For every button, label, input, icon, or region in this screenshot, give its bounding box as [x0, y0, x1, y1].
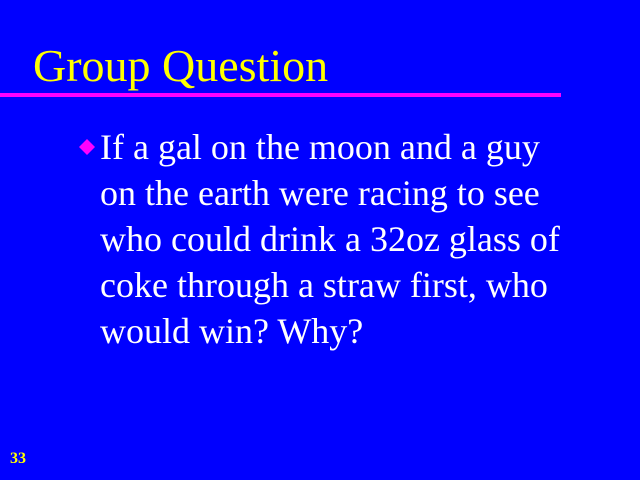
presentation-slide: Group Question If a gal on the moon and …	[0, 0, 640, 480]
title-underline	[0, 93, 561, 97]
diamond-bullet-icon	[78, 138, 96, 156]
bullet-point: If a gal on the moon and a guy on the ea…	[78, 124, 618, 354]
bullet-text: If a gal on the moon and a guy on the ea…	[100, 127, 560, 351]
slide-title: Group Question	[33, 40, 329, 91]
slide-number: 33	[10, 450, 26, 467]
